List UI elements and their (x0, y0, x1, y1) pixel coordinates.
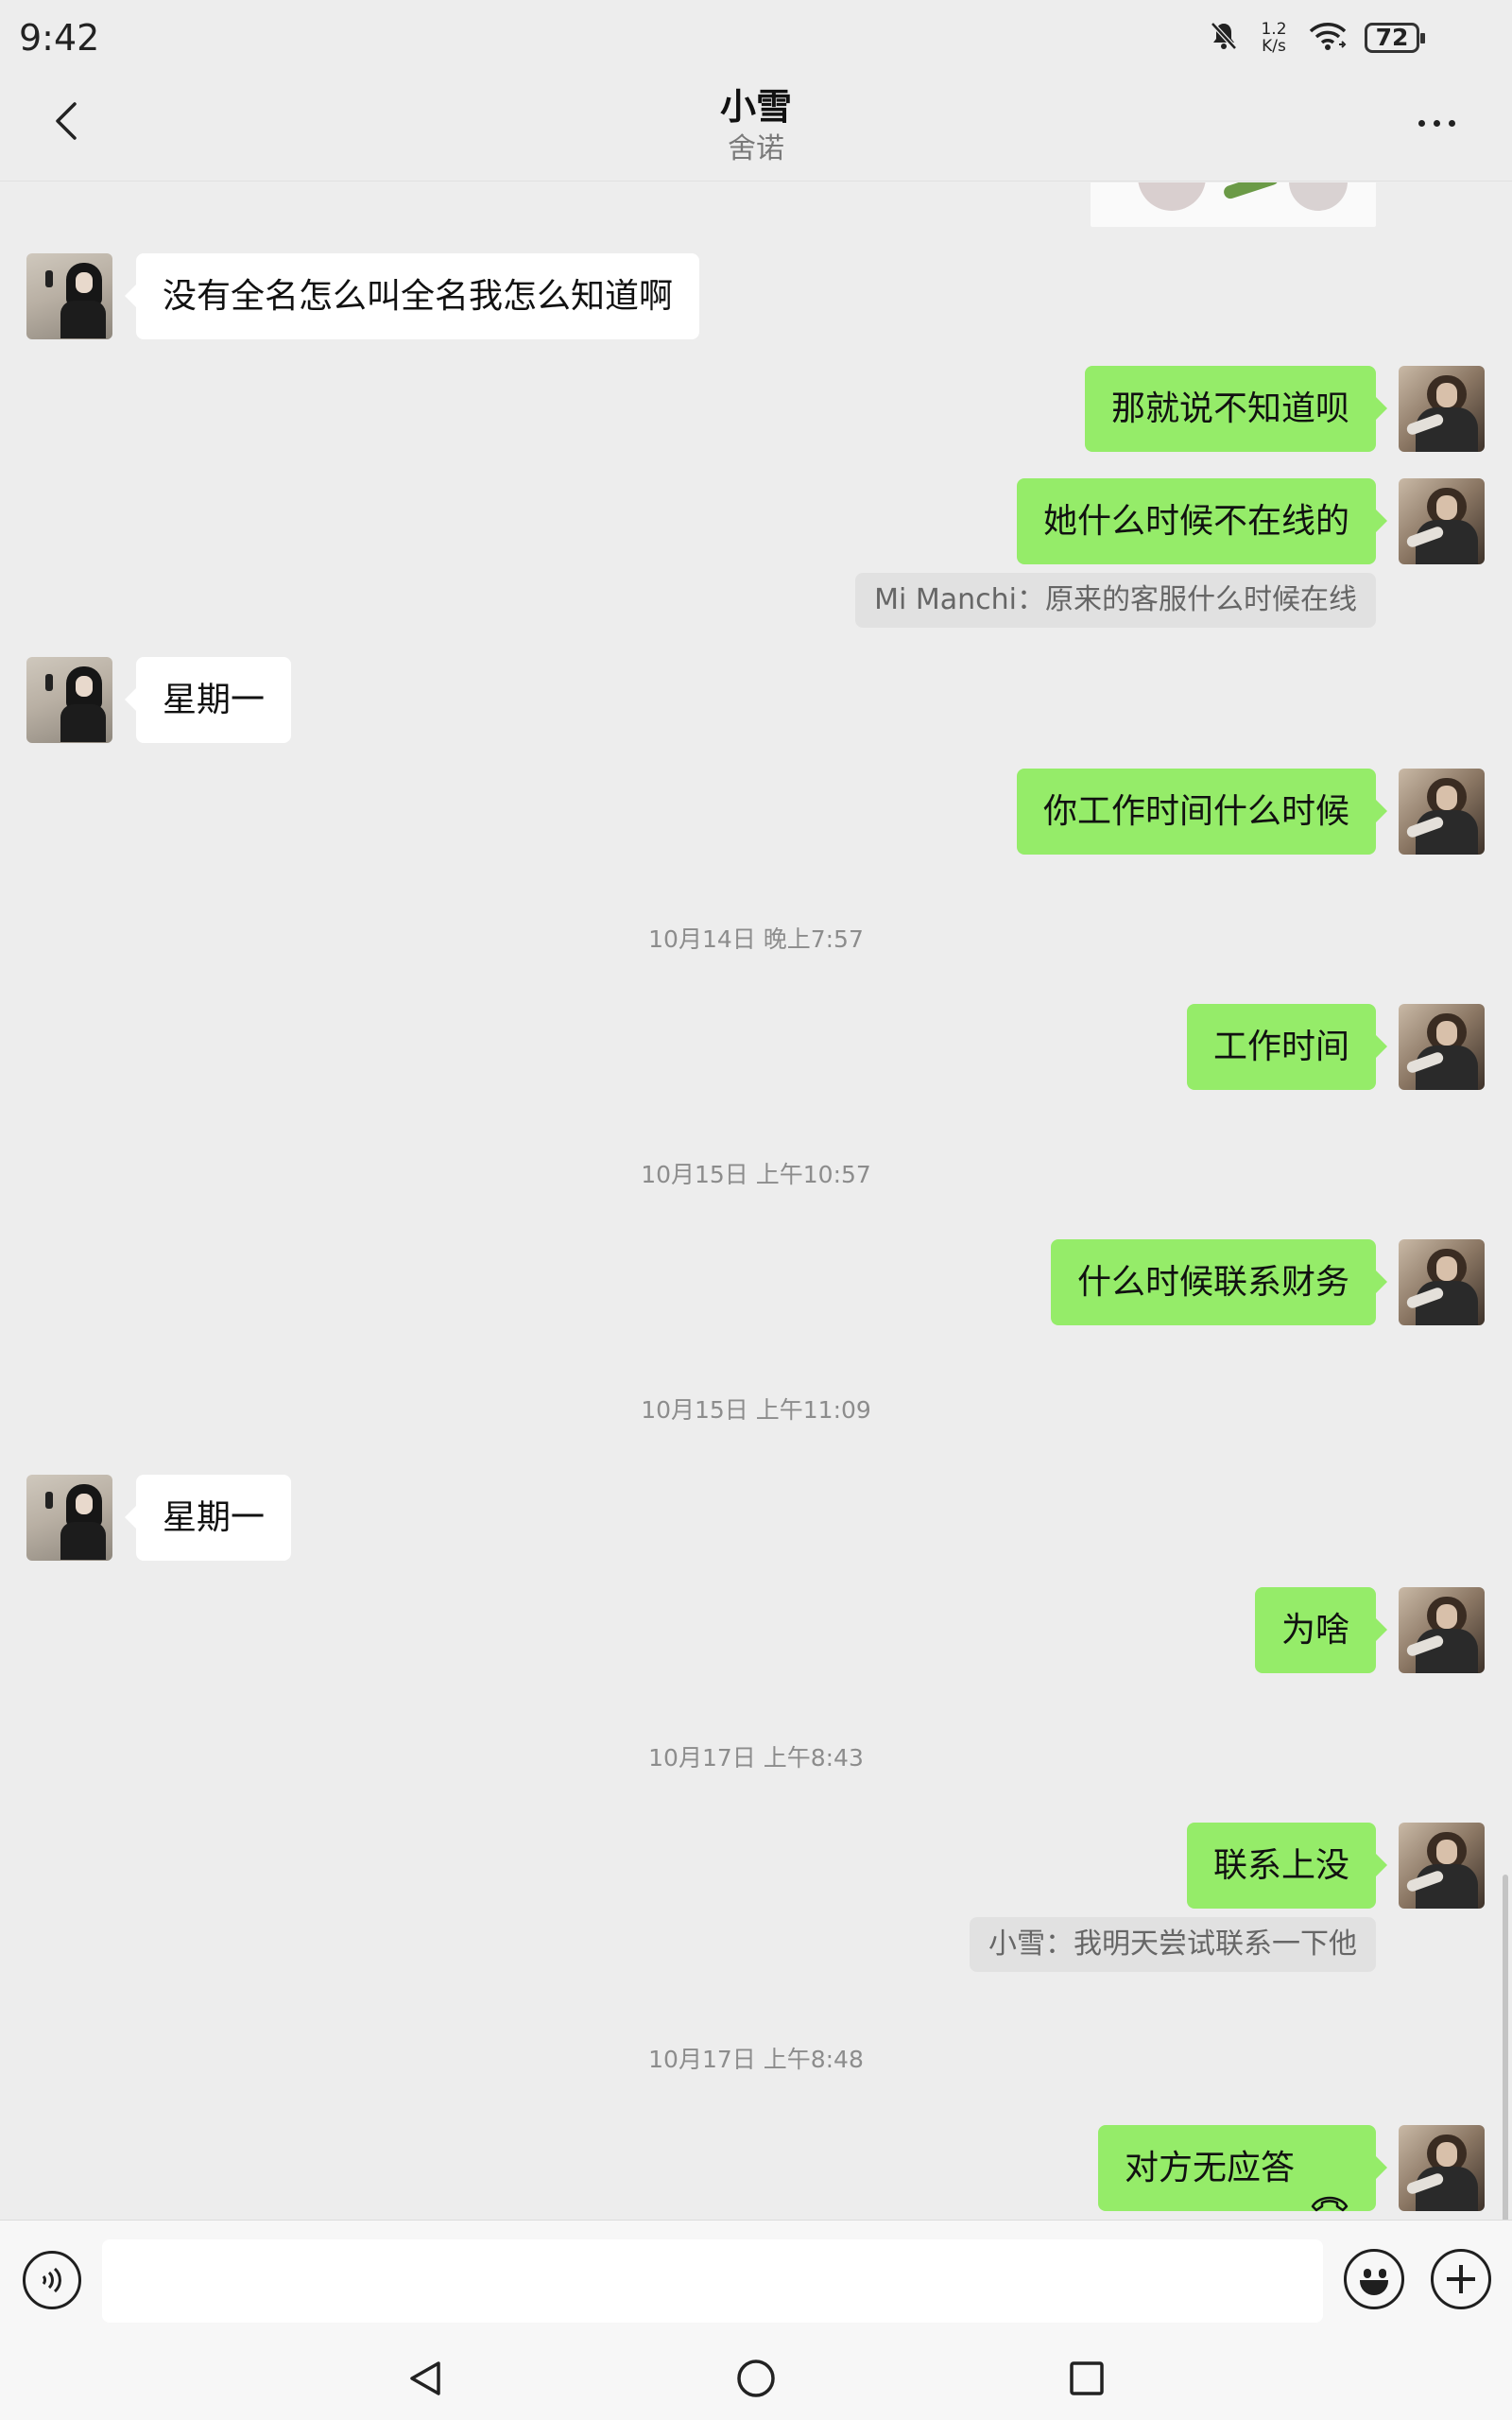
contact-avatar[interactable] (26, 253, 112, 339)
outgoing-message[interactable]: 什么时候联系财务 (1050, 1239, 1388, 1325)
wifi-icon (1308, 20, 1348, 56)
call-hangup-icon (1310, 2159, 1349, 2212)
my-avatar[interactable] (1399, 1587, 1485, 1673)
outgoing-message[interactable]: 工作时间 (1186, 1004, 1388, 1090)
chat-subtitle: 舍诺 (728, 132, 784, 165)
bell-muted-icon (1208, 20, 1240, 56)
emoji-icon[interactable] (1344, 2249, 1404, 2309)
net-speed-value: 1.2 (1261, 20, 1287, 39)
message-list[interactable]: 没有全名怎么叫全名我怎么知道啊 那就说不知道呗 她什么时候不在线的 Mi Man… (0, 182, 1512, 2220)
title-wrap: 小雪 舍诺 (378, 83, 1134, 168)
my-avatar[interactable] (1399, 769, 1485, 855)
scrollbar[interactable] (1503, 1875, 1508, 2220)
timestamp: 10月14日 晚上7:57 (648, 925, 864, 953)
plus-icon[interactable] (1431, 2249, 1491, 2309)
my-avatar[interactable] (1399, 1239, 1485, 1325)
status-icons: 1.2 K/s 72 (1208, 17, 1425, 59)
nav-recents-icon[interactable] (1060, 2352, 1113, 2405)
chat-header: 小雪 舍诺 (0, 76, 1512, 182)
sticker-image[interactable] (1091, 182, 1376, 227)
quoted-reply[interactable]: 小雪：我明天尝试联系一下他 (970, 1917, 1376, 1972)
call-record-label: 对方无应答 (1124, 2149, 1295, 2187)
outgoing-message[interactable]: 为啥 (1254, 1587, 1388, 1673)
incoming-message[interactable]: 没有全名怎么叫全名我怎么知道啊 (124, 253, 700, 339)
more-dots-icon[interactable] (1399, 96, 1474, 149)
nav-back-icon[interactable] (399, 2352, 452, 2405)
message-input[interactable] (102, 2239, 1323, 2323)
back-button[interactable] (36, 93, 96, 153)
my-avatar[interactable] (1399, 1823, 1485, 1909)
timestamp: 10月17日 上午8:43 (648, 1744, 864, 1772)
net-speed-unit: K/s (1262, 37, 1286, 56)
timestamp: 10月15日 上午10:57 (641, 1161, 871, 1188)
outgoing-message[interactable]: 你工作时间什么时候 (1016, 769, 1388, 855)
voice-icon[interactable] (23, 2251, 81, 2309)
battery-icon: 72 (1365, 23, 1425, 53)
incoming-message[interactable]: 星期一 (124, 1475, 292, 1561)
contact-avatar[interactable] (26, 1475, 112, 1561)
status-time: 9:42 (19, 17, 100, 59)
outgoing-message[interactable]: 联系上没 (1186, 1823, 1388, 1909)
my-avatar[interactable] (1399, 1004, 1485, 1090)
call-record-message[interactable]: 对方无应答 (1097, 2125, 1388, 2212)
chevron-left-icon (52, 100, 80, 146)
chat-title: 小雪 (719, 86, 792, 128)
my-avatar[interactable] (1399, 478, 1485, 564)
incoming-message[interactable]: 星期一 (124, 657, 292, 743)
my-avatar[interactable] (1399, 2125, 1485, 2211)
outgoing-message[interactable]: 她什么时候不在线的 (1016, 478, 1388, 564)
my-avatar[interactable] (1399, 366, 1485, 452)
timestamp: 10月15日 上午11:09 (641, 1396, 871, 1424)
system-nav-bar (0, 2333, 1512, 2420)
outgoing-message[interactable]: 那就说不知道呗 (1084, 366, 1388, 452)
nav-home-icon[interactable] (730, 2352, 782, 2405)
quoted-reply[interactable]: Mi Manchi：原来的客服什么时候在线 (855, 573, 1376, 628)
contact-avatar[interactable] (26, 657, 112, 743)
status-bar: 9:42 1.2 K/s 72 (0, 0, 1512, 76)
net-speed: 1.2 K/s (1257, 21, 1291, 55)
timestamp: 10月17日 上午8:48 (648, 2046, 864, 2073)
input-bar (0, 2220, 1512, 2333)
